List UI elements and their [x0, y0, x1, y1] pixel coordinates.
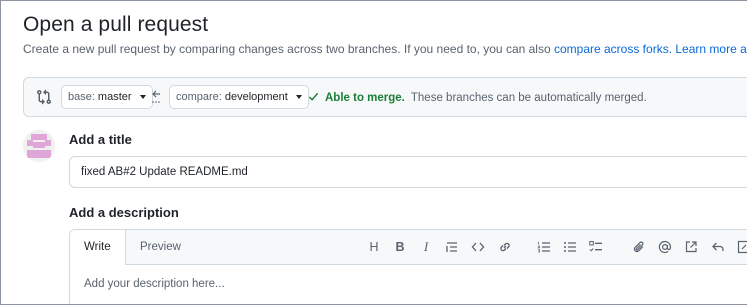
title-input[interactable]: [69, 156, 747, 188]
add-description-label: Add a description: [69, 205, 179, 220]
italic-icon[interactable]: I: [418, 239, 434, 255]
compare-value: development: [224, 91, 288, 103]
bold-icon[interactable]: B: [392, 239, 408, 255]
compare-label: compare:: [176, 91, 222, 103]
merge-desc-text: These branches can be automatically merg…: [410, 92, 647, 104]
task-list-icon[interactable]: [588, 239, 604, 255]
pull-request-page: Open a pull request Create a new pull re…: [0, 0, 747, 305]
subtitle-text: Create a new pull request by comparing c…: [23, 42, 551, 56]
chevron-down-icon: [295, 95, 302, 99]
compare-bar: base: master compare: development Able t…: [23, 77, 747, 117]
description-editor: Write Preview H B I Add your description…: [69, 229, 747, 304]
reference-icon[interactable]: [683, 239, 699, 255]
reply-icon[interactable]: [710, 239, 726, 255]
attach-icon[interactable]: [631, 239, 647, 255]
learn-more-link[interactable]: Learn more about dif: [675, 42, 747, 56]
editor-toolbar: Write Preview H B I: [70, 230, 747, 265]
merge-status: Able to merge. These branches can be aut…: [308, 91, 647, 105]
check-icon: [308, 91, 319, 105]
arrow-left-icon: [150, 87, 162, 107]
compare-across-forks-link[interactable]: compare across forks.: [554, 42, 672, 56]
heading-icon[interactable]: H: [366, 239, 382, 255]
chevron-down-icon: [139, 95, 146, 99]
code-icon[interactable]: [470, 239, 486, 255]
add-title-label: Add a title: [69, 132, 132, 147]
compare-branch-select[interactable]: compare: development: [169, 85, 309, 109]
description-textarea[interactable]: Add your description here...: [84, 278, 225, 290]
page-title: Open a pull request: [23, 13, 209, 36]
git-compare-icon: [36, 89, 52, 105]
merge-ok-text: Able to merge.: [325, 92, 405, 104]
base-value: master: [97, 91, 132, 103]
bulleted-list-icon[interactable]: [562, 239, 578, 255]
quote-icon[interactable]: [444, 239, 460, 255]
page-subtitle: Create a new pull request by comparing c…: [23, 42, 747, 56]
base-label: base:: [68, 91, 95, 103]
mention-icon[interactable]: [657, 239, 673, 255]
link-icon[interactable]: [497, 239, 513, 255]
fullscreen-icon[interactable]: [736, 239, 747, 255]
avatar: [23, 130, 55, 162]
numbered-list-icon[interactable]: [536, 239, 552, 255]
tab-preview[interactable]: Preview: [126, 230, 195, 264]
base-branch-select[interactable]: base: master: [61, 85, 153, 109]
tab-write[interactable]: Write: [70, 230, 126, 265]
